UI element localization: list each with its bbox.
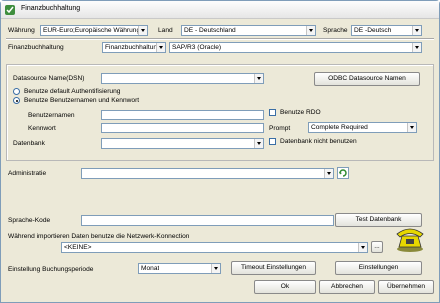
password-label: Kennwort [28, 125, 56, 132]
waehrung-select[interactable]: EUR-Euro;Europäische Währungs [40, 25, 148, 36]
title-bar: Finanzbuchhaltung [1, 1, 439, 19]
chevron-down-icon[interactable] [306, 26, 315, 35]
system-value: SAP/R3 (Oracle) [172, 44, 222, 51]
buchung-label: Einstellung Buchungsperiode [8, 266, 94, 273]
window-title: Finanzbuchhaltung [21, 5, 81, 12]
cancel-button[interactable]: Abbrechen [319, 280, 375, 294]
sprache-label: Sprache [323, 27, 348, 34]
fibu-select[interactable]: Finanzbuchhaltung [102, 42, 166, 53]
telephone-icon [396, 228, 424, 252]
network-select[interactable]: <KEINE> [61, 242, 368, 253]
chevron-down-icon[interactable] [324, 169, 333, 178]
db-unused-label: Datenbank nicht benutzen [280, 138, 357, 145]
user-label: Benutzernamen [28, 112, 75, 119]
settings-button[interactable]: Einstellungen [335, 261, 422, 275]
admin-label: Administratie [8, 170, 47, 177]
ok-button[interactable]: Ok [254, 280, 316, 294]
db-select[interactable] [101, 138, 264, 149]
system-select[interactable]: SAP/R3 (Oracle) [169, 42, 422, 53]
prompt-value: Complete Required [311, 124, 368, 131]
chevron-down-icon[interactable] [254, 139, 263, 148]
odbc-datasource-button[interactable]: ODBC Datasource Namen [314, 72, 420, 86]
fibu-value: Finanzbuchhaltung [105, 44, 161, 51]
land-value: DE - Deutschland [184, 27, 236, 34]
apply-button[interactable]: Übernehmen [378, 280, 434, 294]
sprachcode-label: Sprache-Kode [8, 217, 51, 224]
buchung-select[interactable]: Monat [138, 263, 221, 274]
sprache-value: DE -Deutsch [354, 27, 392, 34]
network-label: Während importieren Daten benutze die Ne… [8, 233, 190, 240]
chevron-down-icon[interactable] [211, 264, 220, 273]
user-input[interactable] [101, 110, 264, 120]
chevron-down-icon[interactable] [254, 74, 263, 83]
chevron-down-icon[interactable] [138, 26, 147, 35]
chevron-down-icon[interactable] [412, 43, 421, 52]
dsn-select[interactable] [101, 73, 264, 84]
password-input[interactable] [101, 123, 264, 133]
waehrung-label: Währung [8, 27, 35, 34]
app-icon [5, 5, 15, 15]
land-select[interactable]: DE - Deutschland [181, 25, 316, 36]
prompt-label: Prompt [269, 125, 291, 132]
refresh-icon[interactable] [337, 167, 349, 179]
dsn-label: Datasource Name(DSN) [13, 75, 85, 82]
radio-default-auth-label: Benutze default Authentifisierung [24, 88, 121, 95]
buchung-value: Monat [141, 265, 160, 272]
sprache-select[interactable]: DE -Deutsch [351, 25, 422, 36]
radio-user-auth[interactable] [13, 97, 20, 104]
chevron-down-icon[interactable] [412, 26, 421, 35]
chevron-down-icon[interactable] [407, 123, 416, 132]
prompt-select[interactable]: Complete Required [308, 122, 417, 133]
rdo-label: Benutze RDO [280, 109, 321, 116]
land-label: Land [158, 27, 173, 34]
dialog-window: Finanzbuchhaltung Währung EUR-Euro;Europ… [0, 0, 440, 303]
timeout-settings-button[interactable]: Timeout Einstellungen [231, 261, 316, 275]
waehrung-value: EUR-Euro;Europäische Währungs [43, 27, 139, 34]
radio-default-auth[interactable] [13, 88, 20, 95]
separator [6, 38, 434, 40]
network-value: <KEINE> [64, 244, 92, 251]
network-browse-button[interactable]: ... [371, 241, 383, 253]
admin-select[interactable] [81, 168, 334, 179]
chevron-down-icon[interactable] [358, 243, 367, 252]
chevron-down-icon[interactable] [156, 43, 165, 52]
db-label: Datenbank [13, 140, 45, 147]
db-unused-checkbox[interactable] [269, 138, 276, 145]
radio-user-auth-label: Benutze Benutzernamen und Kennwort [24, 97, 140, 104]
sprachcode-input[interactable] [81, 215, 334, 226]
fibu-label: Finanzbuchhaltung [8, 44, 64, 51]
rdo-checkbox[interactable] [269, 109, 276, 116]
